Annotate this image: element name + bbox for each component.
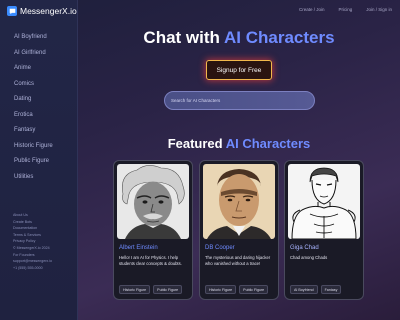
footer-link[interactable]: About Us (13, 212, 52, 219)
sidebar-item-fantasy[interactable]: Fantasy (14, 123, 53, 139)
character-card[interactable]: Albert Einstein Hello! I am AI for Physi… (113, 160, 193, 300)
search-bar[interactable] (164, 91, 315, 110)
sidebar-item-comics[interactable]: Comics (14, 77, 53, 93)
character-card[interactable]: Giga Chad Chad among Chads AI Boyfriend … (284, 160, 364, 300)
sidebar-item-erotica[interactable]: Erotica (14, 108, 53, 124)
hero-title: Chat with AI Characters (78, 28, 400, 48)
sidebar-item-ai-boyfriend[interactable]: AI Boyfriend (14, 30, 53, 46)
footer-link[interactable]: For Founders (13, 252, 52, 259)
footer-link[interactable]: Create Bots (13, 219, 52, 226)
sidebar: MessengerX.io AI Boyfriend AI Girlfriend… (0, 0, 78, 320)
brand-logo[interactable]: MessengerX.io (7, 6, 77, 16)
sidebar-item-anime[interactable]: Anime (14, 61, 53, 77)
featured-title-text: Featured (167, 136, 226, 151)
tag-public-figure[interactable]: Public Figure (153, 285, 183, 294)
category-nav: AI Boyfriend AI Girlfriend Anime Comics … (14, 30, 53, 185)
hero-title-accent: AI Characters (224, 28, 335, 47)
featured-title-accent: AI Characters (225, 136, 311, 151)
sidebar-footer-links: About Us Create Bots Documentation Terms… (13, 212, 52, 271)
create-join-link[interactable]: Create / Join (299, 7, 325, 12)
sidebar-item-utilities[interactable]: Utilities (14, 170, 53, 186)
character-tags: AI Boyfriend Fantasy (290, 285, 342, 294)
sidebar-item-dating[interactable]: Dating (14, 92, 53, 108)
character-tags: Historic Figure Public Figure (119, 285, 183, 294)
signup-button[interactable]: Signup for Free (206, 60, 272, 80)
tag-ai-boyfriend[interactable]: AI Boyfriend (290, 285, 318, 294)
character-description: The mysterious and daring hijacker who v… (205, 255, 271, 266)
character-name: Albert Einstein (119, 245, 158, 251)
tag-historic-figure[interactable]: Historic Figure (119, 285, 151, 294)
character-portrait-image (117, 164, 189, 239)
footer-email[interactable]: support@messengerx.io (13, 258, 52, 265)
tag-historic-figure[interactable]: Historic Figure (205, 285, 237, 294)
sidebar-item-ai-girlfriend[interactable]: AI Girlfriend (14, 46, 53, 62)
footer-copyright: © MessengerX.io 2024 (13, 245, 50, 250)
chat-bubble-icon (7, 6, 17, 16)
footer-link[interactable]: Terms & Services (13, 232, 52, 239)
pricing-link[interactable]: Pricing (338, 7, 352, 12)
character-tags: Historic Figure Public Figure (205, 285, 269, 294)
brand-name: MessengerX.io (20, 6, 77, 16)
character-portrait-image (288, 164, 360, 239)
top-nav: Create / Join Pricing Join / Sign in (299, 7, 392, 12)
footer-link[interactable]: Privacy Policy (13, 238, 52, 245)
tag-public-figure[interactable]: Public Figure (239, 285, 269, 294)
character-name: DB Cooper (205, 245, 235, 251)
sign-in-link[interactable]: Join / Sign in (366, 7, 392, 12)
character-description: Chad among Chads (290, 255, 328, 260)
character-portrait-image (203, 164, 275, 239)
hero-title-text: Chat with (143, 28, 225, 47)
sidebar-item-historic-figure[interactable]: Historic Figure (14, 139, 53, 155)
character-description: Hello! I am AI for Physics. I help stude… (119, 255, 182, 266)
footer-link[interactable]: Documentation (13, 225, 52, 232)
character-card[interactable]: DB Cooper The mysterious and daring hija… (199, 160, 279, 300)
tag-fantasy[interactable]: Fantasy (320, 285, 342, 294)
search-input[interactable] (171, 98, 314, 103)
footer-phone: +1 (555) 555-0000 (13, 265, 43, 270)
character-name: Giga Chad (290, 245, 319, 251)
sidebar-item-public-figure[interactable]: Public Figure (14, 154, 53, 170)
featured-title: Featured AI Characters (78, 136, 400, 151)
